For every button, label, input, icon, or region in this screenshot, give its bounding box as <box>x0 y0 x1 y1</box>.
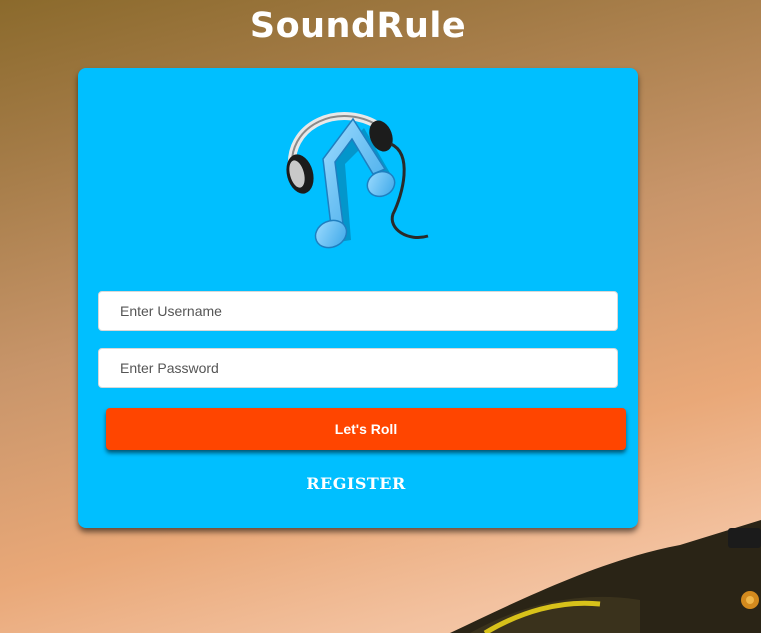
headphones-music-note-icon <box>286 112 429 249</box>
lets-roll-button[interactable]: Let's Roll <box>106 408 626 450</box>
password-field[interactable] <box>98 348 618 388</box>
username-field[interactable] <box>98 291 618 331</box>
app-title: SoundRule <box>249 6 467 46</box>
login-card: Let's Roll REGISTER <box>78 68 638 528</box>
register-link[interactable]: REGISTER <box>78 474 634 493</box>
